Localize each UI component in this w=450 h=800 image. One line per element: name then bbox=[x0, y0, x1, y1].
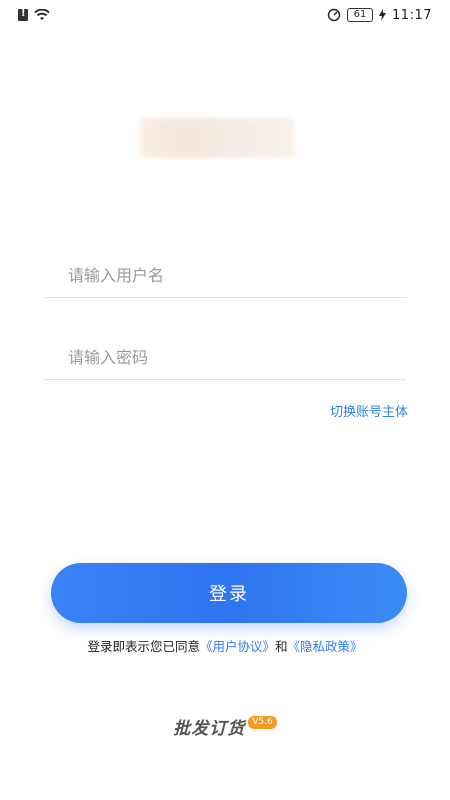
charging-icon bbox=[379, 9, 387, 21]
status-bar: 61 11:17 bbox=[0, 0, 450, 30]
battery-level: 61 bbox=[353, 9, 367, 20]
username-input[interactable] bbox=[68, 266, 388, 285]
username-field bbox=[44, 248, 406, 298]
password-field bbox=[44, 330, 406, 380]
wifi-icon bbox=[34, 9, 50, 20]
agreement-text: 登录即表示您已同意《用户协议》和《隐私政策》 bbox=[0, 636, 450, 655]
user-agreement-link[interactable]: 《用户协议》 bbox=[200, 639, 275, 654]
battery-icon: 61 bbox=[347, 8, 374, 22]
brand-name: 批发订货 bbox=[173, 719, 246, 739]
status-right: 61 11:17 bbox=[327, 8, 432, 23]
password-input[interactable] bbox=[68, 348, 388, 367]
speedometer-icon bbox=[327, 8, 341, 22]
agreement-prefix: 登录即表示您已同意 bbox=[87, 639, 200, 654]
status-time: 11:17 bbox=[392, 7, 432, 23]
status-left bbox=[18, 8, 50, 21]
switch-account-link[interactable]: 切换账号主体 bbox=[330, 401, 408, 420]
login-button[interactable]: 登录 bbox=[51, 563, 407, 623]
app-logo bbox=[140, 118, 295, 158]
agreement-and: 和 bbox=[275, 639, 288, 654]
privacy-policy-link[interactable]: 《隐私政策》 bbox=[288, 639, 363, 654]
sim-alert-icon bbox=[18, 8, 28, 21]
version-badge: V5.6 bbox=[248, 716, 277, 729]
footer-brand: 批发订货 V5.6 bbox=[0, 714, 450, 739]
